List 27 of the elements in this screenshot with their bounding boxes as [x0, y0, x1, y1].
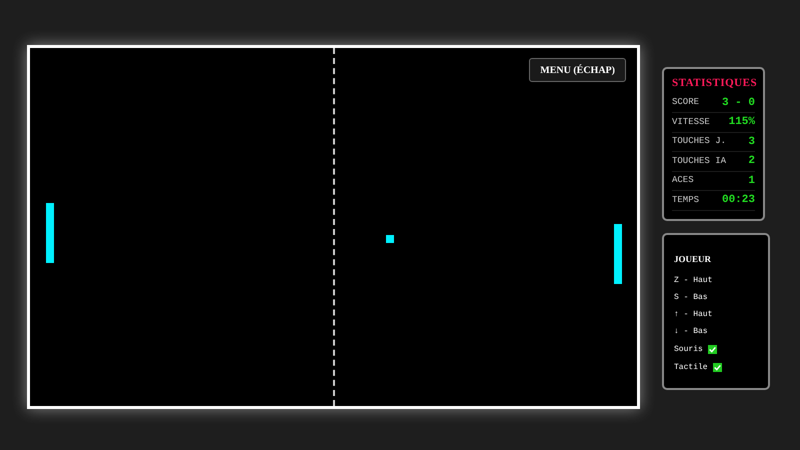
stat-value: 3 - 0 — [722, 96, 755, 110]
stat-label: VITESSE — [672, 116, 710, 128]
key-hint: S - Bas — [674, 292, 709, 304]
stat-label: TOUCHES IA — [672, 154, 726, 168]
stat-label: ACES — [672, 174, 694, 187]
key-hint: Z - Haut — [674, 275, 714, 287]
stat-value: 115% — [728, 115, 755, 130]
stat-value: 3 — [748, 134, 755, 150]
toggle-label: Souris — [674, 344, 703, 356]
toggle-label: Tactile — [674, 362, 708, 374]
stat-value: 00:23 — [722, 193, 755, 208]
stats-title: STATISTIQUES — [672, 76, 755, 91]
key-hint: ↑ - Haut — [674, 309, 714, 321]
menu-button[interactable]: MENU (ÉCHAP) — [529, 58, 626, 82]
key-hint: ↓ - Bas — [674, 326, 709, 338]
check-icon — [714, 364, 721, 371]
right-paddle — [614, 224, 622, 284]
left-paddle — [46, 203, 54, 263]
check-icon — [708, 346, 716, 353]
checkbox[interactable] — [712, 363, 722, 372]
stat-label: SCORE — [672, 96, 700, 109]
controls-title: JOUEUR — [674, 252, 712, 266]
stat-label: TEMPS — [672, 194, 700, 206]
checkbox[interactable] — [708, 345, 717, 354]
stat-value: 1 — [748, 174, 755, 188]
stat-label: TOUCHES J. — [672, 135, 726, 148]
stat-value: 2 — [748, 154, 755, 169]
